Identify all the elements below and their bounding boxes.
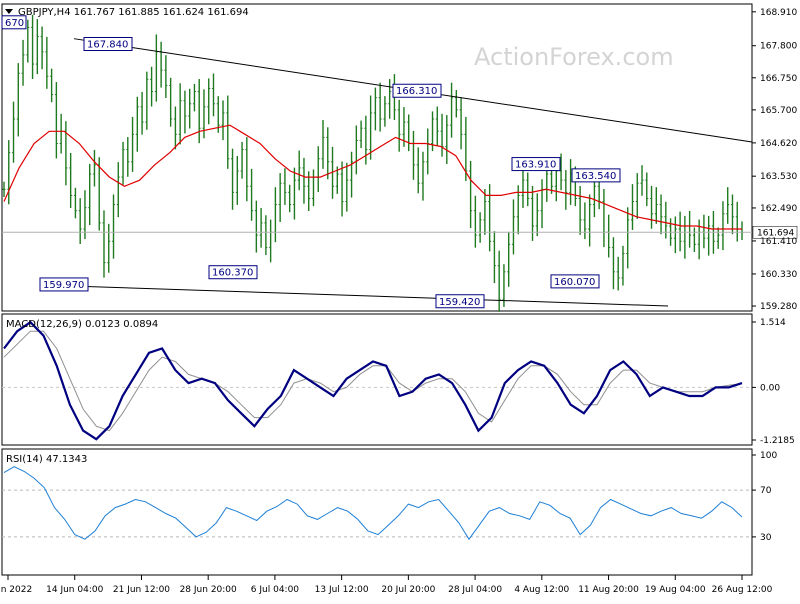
macd-panel-title: MACD(12,26,9) 0.0123 0.0894 bbox=[6, 319, 158, 330]
rsi-y-tick-label: 100 bbox=[760, 451, 777, 461]
macd-y-tick-label: -1.2185 bbox=[760, 436, 795, 446]
x-axis-tick-label: 4 Aug 12:00 bbox=[514, 585, 569, 595]
price-y-tick-label: 163.530 bbox=[760, 172, 797, 182]
x-axis-tick-label: 20 Jul 20:00 bbox=[381, 585, 435, 595]
price-panel-title: GBPJPY,H4 161.767 161.885 161.624 161.69… bbox=[18, 7, 249, 18]
price-annotation-label: 160.070 bbox=[554, 277, 595, 288]
price-y-tick-label: 164.620 bbox=[760, 139, 797, 149]
x-axis-tick-label: 19 Aug 04:00 bbox=[645, 585, 706, 595]
rsi-panel-title: RSI(14) 47.1343 bbox=[6, 454, 87, 465]
watermark: ActionForex.com bbox=[474, 43, 674, 71]
chart-container: ActionForex.com 161.694 167.840 166.310 163… bbox=[0, 0, 800, 600]
x-axis-tick-label: 11 Aug 20:00 bbox=[578, 585, 639, 595]
price-y-tick-label: 162.490 bbox=[760, 204, 797, 214]
macd-y-tick-label: 0.00 bbox=[760, 383, 780, 393]
x-axis-tick-label: 13 Jul 12:00 bbox=[315, 585, 369, 595]
price-y-tick-label: 159.280 bbox=[760, 302, 797, 312]
price-y-tick-label: 166.750 bbox=[760, 74, 797, 84]
price-annotation-label: 163.540 bbox=[575, 171, 616, 182]
rsi-panel-frame bbox=[1, 448, 753, 576]
macd-y-tick-label: 1.514 bbox=[760, 318, 786, 328]
x-axis-tick-label: 14 Jun 04:00 bbox=[46, 585, 103, 595]
price-annotation-label: 163.910 bbox=[515, 160, 556, 171]
price-y-tick-label: 161.410 bbox=[760, 237, 797, 247]
price-annotation-label: 167.840 bbox=[87, 39, 128, 50]
price-annotation-label: 166.310 bbox=[396, 86, 437, 97]
price-y-tick-label: 165.700 bbox=[760, 106, 797, 116]
x-axis-tick-label: 6 Jul 04:00 bbox=[251, 585, 300, 595]
x-axis-tick-label: 21 Jun 12:00 bbox=[113, 585, 170, 595]
price-y-tick-label: 167.800 bbox=[760, 42, 797, 52]
price-annotation-label: 159.420 bbox=[439, 297, 480, 308]
x-axis-tick-label: 26 Aug 12:00 bbox=[712, 585, 773, 595]
x-axis-tick-label: 28 Jul 04:00 bbox=[448, 585, 502, 595]
rsi-y-tick-label: 70 bbox=[760, 486, 772, 496]
price-y-tick-label: 160.330 bbox=[760, 270, 797, 280]
chart-canvas: ActionForex.com 161.694167.840166.310163… bbox=[0, 3, 797, 595]
x-axis-tick-label: 6 Jun 2022 bbox=[0, 585, 32, 595]
x-axis-tick-label: 28 Jun 20:00 bbox=[180, 585, 237, 595]
rsi-y-tick-label: 30 bbox=[760, 533, 772, 543]
price-annotation-label: 670 bbox=[5, 18, 24, 29]
price-annotation-label: 160.370 bbox=[212, 268, 253, 279]
price-y-tick-label: 168.910 bbox=[760, 8, 797, 18]
price-annotation-label: 159.970 bbox=[43, 280, 84, 291]
